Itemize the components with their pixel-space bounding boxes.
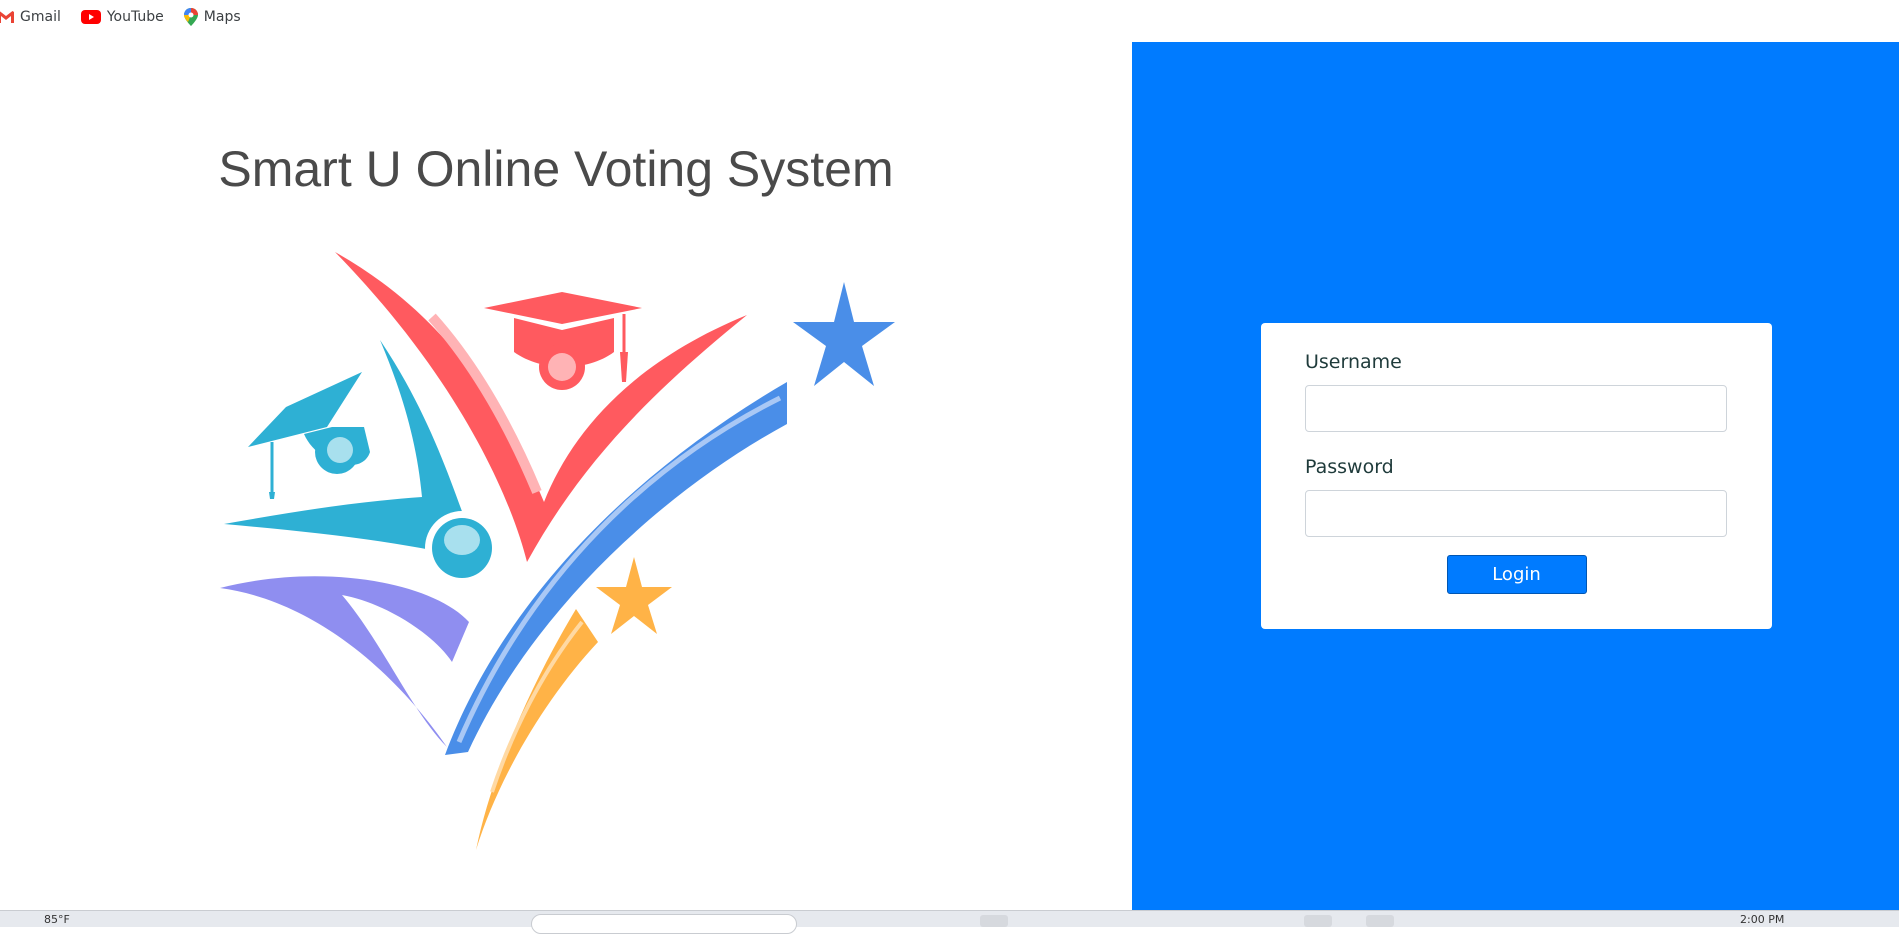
bookmark-maps-label: Maps [203,9,241,25]
bookmark-gmail-label: Gmail [20,9,61,25]
system-clock[interactable]: 2:00 PM [1740,913,1784,926]
weather-temperature[interactable]: 85°F [44,913,70,926]
voting-system-logo [220,252,895,850]
bookmark-maps[interactable]: Maps [183,8,241,26]
maps-pin-icon [183,8,198,26]
username-label: Username [1305,351,1402,373]
taskbar-app-icon[interactable] [1304,915,1332,927]
logo-red-cap [484,292,642,324]
login-button[interactable]: Login [1446,555,1587,594]
bookmark-youtube[interactable]: YouTube [80,9,164,25]
taskbar: 85°F 2:00 PM [0,910,1899,934]
taskbar-app-icon[interactable] [980,915,1008,927]
page-title: Smart U Online Voting System [218,141,894,197]
password-label: Password [1305,456,1394,478]
gmail-icon [0,11,14,23]
taskbar-search[interactable] [531,914,797,934]
login-form: Username Password Login [1261,323,1772,629]
branding-panel: Smart U Online Voting System [0,42,1132,910]
logo-blue-star [793,282,895,386]
bookmarks-bar: Gmail YouTube Maps [0,0,1899,34]
bookmark-gmail[interactable]: Gmail [0,9,61,25]
logo-purple-swoosh [220,576,469,747]
youtube-icon [80,10,101,24]
password-input[interactable] [1305,490,1727,537]
logo-orange-swoosh [476,609,598,850]
logo-orange-star [596,557,672,634]
taskbar-app-icon[interactable] [1366,915,1394,927]
username-input[interactable] [1305,385,1727,432]
login-panel: Username Password Login [1132,42,1899,910]
bookmark-youtube-label: YouTube [106,9,164,25]
